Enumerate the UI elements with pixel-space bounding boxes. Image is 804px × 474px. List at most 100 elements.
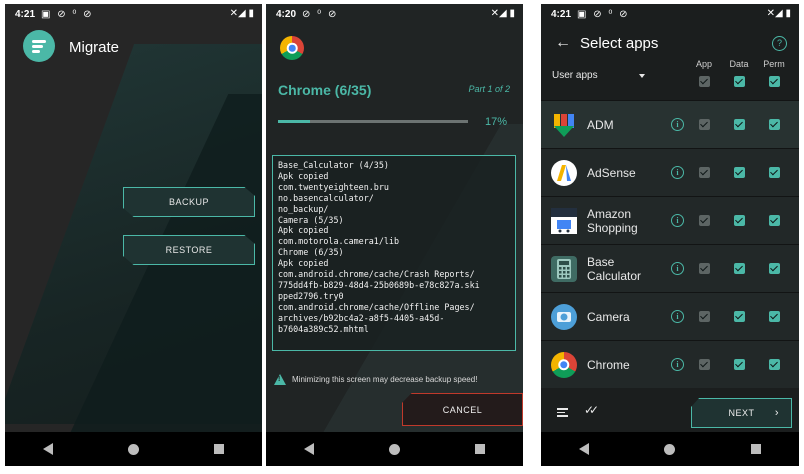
status-bar: 4:21 ▣ ⊘ ⁰ ⊘ ✕◢ ▮ <box>5 4 262 24</box>
dropdown-caret-icon[interactable] <box>639 74 645 78</box>
info-icon[interactable]: i <box>671 118 684 131</box>
status-indicators: ▣ ⊘ ⁰ ⊘ <box>577 8 630 20</box>
data-checkbox[interactable] <box>734 215 745 226</box>
perm-checkbox[interactable] <box>769 311 780 322</box>
camera-icon <box>551 304 577 330</box>
nav-home-icon[interactable] <box>127 443 139 455</box>
app-name: Base Calculator <box>587 255 642 283</box>
app-row-adsense[interactable]: AdSense i <box>541 148 799 196</box>
data-checkbox[interactable] <box>734 263 745 274</box>
warning-icon <box>274 374 286 385</box>
app-checkbox[interactable] <box>699 263 710 274</box>
log-line: Camera (5/35) <box>278 214 344 225</box>
restore-button[interactable]: RESTORE <box>123 235 255 265</box>
nav-home-icon[interactable] <box>388 443 400 455</box>
app-row-camera[interactable]: Camera i <box>541 292 799 340</box>
app-row-amazon-shopping[interactable]: Amazon Shopping i <box>541 196 799 244</box>
log-line: pped2796.try0 <box>278 290 344 301</box>
next-label: NEXT <box>728 408 755 418</box>
nav-home-icon[interactable] <box>664 443 676 455</box>
log-line: com.motorola.camera1/lib <box>278 236 400 247</box>
calculator-icon <box>551 256 577 282</box>
nav-recents-icon[interactable] <box>214 444 225 454</box>
nav-bar <box>5 432 262 466</box>
app-row-chrome[interactable]: Chrome i <box>541 340 799 388</box>
app-checkbox[interactable] <box>699 311 710 322</box>
warning-text: Minimizing this screen may decrease back… <box>292 375 478 384</box>
select-all-icon[interactable]: ✓✓ <box>584 403 599 417</box>
app-checkbox[interactable] <box>699 167 710 178</box>
data-checkbox[interactable] <box>734 359 745 370</box>
select-all-app-checkbox[interactable] <box>699 76 710 87</box>
backup-button[interactable]: BACKUP <box>123 187 255 217</box>
app-title: Migrate <box>69 39 120 56</box>
info-icon[interactable]: i <box>671 166 684 179</box>
backup-progress-screen: 4:20 ⊘ ⁰ ⊘ ✕◢ ▮ Chrome (6/35) Part 1 of … <box>266 4 523 466</box>
perm-checkbox[interactable] <box>769 215 780 226</box>
nav-recents-icon[interactable] <box>751 444 762 454</box>
data-checkbox[interactable] <box>734 119 745 130</box>
package-title: Chrome (6/35) <box>278 82 372 98</box>
status-time: 4:21 <box>551 8 572 20</box>
log-line: b7604a389c52.mhtml <box>278 323 369 334</box>
app-checkbox[interactable] <box>699 359 710 370</box>
help-icon[interactable]: ? <box>772 36 787 51</box>
page-title: Select apps <box>580 35 659 52</box>
select-all-perm-checkbox[interactable] <box>769 76 780 87</box>
log-line: Chrome (6/35) <box>278 247 344 258</box>
app-name: Amazon Shopping <box>587 207 638 235</box>
log-line: no_backup/ <box>278 203 329 214</box>
amazon-icon <box>551 208 577 234</box>
progress-bar <box>278 120 468 123</box>
perm-checkbox[interactable] <box>769 119 780 130</box>
log-line: Apk copied <box>278 170 329 181</box>
back-arrow-icon[interactable]: ← <box>555 34 571 52</box>
status-signal-battery: ✕◢ ▮ <box>229 8 254 19</box>
nav-bar <box>541 432 799 466</box>
cancel-button[interactable]: CANCEL <box>402 393 523 426</box>
app-filter-dropdown[interactable]: User apps <box>552 70 598 81</box>
app-row-base-calculator[interactable]: Base Calculator i <box>541 244 799 292</box>
log-line: Base_Calculator (4/35) <box>278 160 389 170</box>
menu-icon[interactable] <box>557 408 568 419</box>
info-icon[interactable]: i <box>671 214 684 227</box>
log-line: com.android.chrome/cache/Offline Pages/ <box>278 301 475 312</box>
log-line: Apk copied <box>278 258 329 269</box>
app-name: Chrome <box>587 358 630 372</box>
part-label: Part 1 of 2 <box>468 84 510 94</box>
perm-checkbox[interactable] <box>769 167 780 178</box>
column-header-perm: Perm <box>763 59 785 69</box>
app-checkbox[interactable] <box>699 119 710 130</box>
data-checkbox[interactable] <box>734 167 745 178</box>
app-name: Camera <box>587 310 630 324</box>
nav-recents-icon[interactable] <box>475 444 486 454</box>
status-signal-battery: ✕◢ ▮ <box>766 8 791 19</box>
nav-back-icon[interactable] <box>42 443 53 455</box>
log-line: no.basencalculator/ <box>278 192 374 203</box>
info-icon[interactable]: i <box>671 262 684 275</box>
status-indicators: ▣ ⊘ ⁰ ⊘ <box>41 8 94 20</box>
log-line: com.twentyeighteen.bru <box>278 181 389 192</box>
next-button[interactable]: NEXT › <box>691 398 792 428</box>
perm-checkbox[interactable] <box>769 359 780 370</box>
perm-checkbox[interactable] <box>769 263 780 274</box>
info-icon[interactable]: i <box>671 358 684 371</box>
app-row-adm[interactable]: ADM i <box>541 100 799 148</box>
backup-log[interactable]: Base_Calculator (4/35) Apk copied com.tw… <box>272 155 516 351</box>
migrate-logo-icon <box>23 30 55 62</box>
warning-message: Minimizing this screen may decrease back… <box>274 374 477 385</box>
info-icon[interactable]: i <box>671 310 684 323</box>
app-name: AdSense <box>587 166 636 180</box>
app-checkbox[interactable] <box>699 215 710 226</box>
status-bar: 4:21 ▣ ⊘ ⁰ ⊘ ✕◢ ▮ <box>541 4 799 24</box>
chevron-right-icon: › <box>774 407 779 419</box>
chrome-icon <box>551 352 577 378</box>
data-checkbox[interactable] <box>734 311 745 322</box>
status-indicators: ⊘ ⁰ ⊘ <box>302 8 339 20</box>
status-bar: 4:20 ⊘ ⁰ ⊘ ✕◢ ▮ <box>266 4 523 24</box>
nav-back-icon[interactable] <box>578 443 589 455</box>
log-line: Apk copied <box>278 225 329 236</box>
nav-back-icon[interactable] <box>303 443 314 455</box>
progress-percent: 17% <box>484 116 507 128</box>
select-all-data-checkbox[interactable] <box>734 76 745 87</box>
